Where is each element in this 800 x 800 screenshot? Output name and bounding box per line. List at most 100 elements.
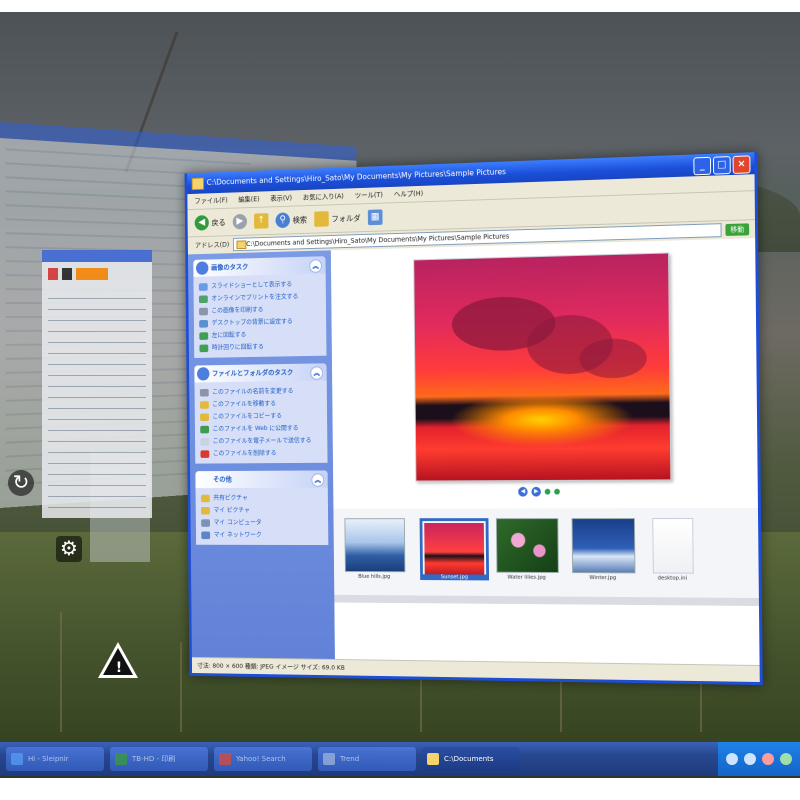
thumbnail-label: Water lilies.jpg [507, 574, 546, 581]
filmstrip: Blue hills.jpg Sunset.jpg Water lilies.j… [333, 508, 759, 599]
viewer-controls: ◀ ▶ [518, 486, 560, 497]
taskbar-button-trend[interactable]: Trend [318, 747, 416, 771]
my-pictures-icon [201, 506, 210, 515]
task-publish-web[interactable]: このファイルを Web に公開する [200, 422, 322, 436]
taskbar-button-explorer[interactable]: C:\Documents [422, 747, 520, 771]
panel-header[interactable]: ファイルとフォルダのタスク ︽ [194, 363, 327, 383]
delete-icon [200, 450, 210, 458]
next-image-button[interactable]: ▶ [531, 486, 541, 497]
taskbar-button-search[interactable]: Yahoo! Search [214, 747, 312, 771]
taskbar: Hi - Sleipnir TB-HD - 印刷 Yahoo! Search T… [0, 742, 800, 776]
back-button[interactable]: ◀ 戻る [194, 215, 226, 231]
browser-icon [11, 753, 23, 765]
menu-favorites[interactable]: お気に入り(A) [303, 189, 344, 206]
folders-label: フォルダ [331, 213, 361, 224]
rotate-left-button[interactable] [544, 488, 551, 495]
publish-web-icon [200, 425, 210, 434]
move-icon [199, 401, 209, 409]
slideshow-icon [198, 283, 208, 291]
folders-icon [314, 211, 329, 227]
rename-icon [199, 388, 209, 397]
menu-tools[interactable]: ツール(T) [355, 187, 383, 203]
security-tray-icon[interactable] [762, 753, 774, 765]
task-delete[interactable]: このファイルを削除する [200, 447, 322, 460]
system-tray [718, 742, 800, 776]
app-icon [323, 753, 335, 765]
picture-tasks-icon [195, 261, 209, 275]
task-email[interactable]: このファイルを電子メールで送信する [200, 434, 322, 447]
thumbnail-label: Sunset.jpg [421, 574, 488, 581]
panel-header[interactable]: その他 ︽ [195, 470, 328, 489]
thumbnail-water-lilies[interactable] [495, 518, 559, 573]
up-folder-icon: ↑ [254, 213, 269, 229]
thumbnail-label: Blue hills.jpg [358, 573, 391, 580]
menu-help[interactable]: ヘルプ(H) [394, 186, 423, 202]
thumbnail-sunset[interactable] [419, 518, 490, 581]
link-shared-pictures[interactable]: 共有ピクチャ [200, 491, 323, 504]
folder-icon [427, 753, 439, 765]
task-rotate-right[interactable]: 時計回りに回転する [199, 339, 321, 354]
menu-view[interactable]: 表示(V) [270, 190, 292, 206]
views-button[interactable]: ▦ [367, 209, 383, 226]
rotate-left-icon [199, 332, 209, 340]
collapse-chevron-icon[interactable]: ︽ [310, 366, 324, 380]
background-app-window[interactable] [42, 250, 152, 518]
menu-edit[interactable]: 編集(E) [238, 192, 259, 208]
close-button[interactable]: × [732, 155, 751, 174]
folders-button[interactable]: フォルダ [314, 210, 361, 227]
maximize-button[interactable]: □ [712, 156, 731, 175]
task-pane: 画像のタスク ︽ スライドショーとして表示する オンラインでプリントを注文する … [187, 250, 335, 660]
views-icon: ▦ [367, 209, 383, 226]
desktop-background-icon [199, 319, 209, 328]
email-icon [200, 438, 210, 446]
address-label: アドレス(D) [194, 240, 230, 250]
thumbnail-desktop-ini[interactable] [652, 518, 694, 574]
my-network-icon [201, 531, 211, 540]
forward-button[interactable]: ▶ [232, 213, 248, 230]
window-title: C:\Documents and Settings\Hiro_Sato\My D… [206, 167, 507, 187]
search-app-icon [219, 753, 231, 765]
panel-title: 画像のタスク [210, 263, 249, 272]
forward-arrow-icon: ▶ [232, 213, 248, 230]
filmstrip-view: ◀ ▶ Blue hills.jpg Sunset.jpg Water lili… [330, 238, 760, 667]
panel-title: その他 [213, 475, 232, 484]
taskbar-button-browser[interactable]: Hi - Sleipnir [6, 747, 104, 771]
network-tray-icon[interactable] [726, 753, 738, 765]
link-my-computer[interactable]: マイ コンピュータ [201, 516, 323, 528]
my-computer-icon [201, 519, 211, 527]
app-toolbar-icons [48, 268, 108, 280]
thumbnail-label: desktop.ini [657, 575, 688, 582]
taskbar-button-print[interactable]: TB-HD - 印刷 [110, 747, 208, 771]
minimize-button[interactable]: _ [693, 156, 712, 176]
network-icon[interactable]: ⚙ [56, 536, 82, 562]
link-my-network[interactable]: マイ ネットワーク [201, 529, 323, 541]
folder-icon [191, 177, 205, 191]
app-icon [115, 753, 127, 765]
back-label: 戻る [211, 217, 226, 227]
search-button[interactable]: ⚲ 検索 [275, 212, 307, 229]
volume-tray-icon[interactable] [744, 753, 756, 765]
desktop: ↻ ⚙ ! C:\Documents and Settings\Hiro_Sat… [0, 12, 800, 778]
link-my-pictures[interactable]: マイ ピクチャ [201, 504, 323, 517]
order-prints-icon [198, 295, 208, 304]
previous-image-button[interactable]: ◀ [518, 486, 528, 497]
thumbnail-blue-hills[interactable] [344, 518, 406, 573]
collapse-chevron-icon[interactable]: ︽ [311, 473, 325, 487]
explorer-window[interactable]: C:\Documents and Settings\Hiro_Sato\My D… [184, 152, 763, 686]
rotate-right-button[interactable] [554, 488, 560, 495]
up-folder-button[interactable]: ↑ [254, 213, 269, 229]
collapse-chevron-icon[interactable]: ︽ [309, 259, 323, 273]
copy-icon [200, 413, 209, 422]
picture-tasks-panel: 画像のタスク ︽ スライドショーとして表示する オンラインでプリントを注文する … [193, 256, 327, 358]
back-arrow-icon: ◀ [194, 215, 209, 231]
menu-file[interactable]: ファイル(F) [194, 193, 227, 209]
search-icon: ⚲ [275, 212, 290, 229]
image-preview[interactable] [413, 252, 672, 482]
go-button[interactable]: 移動 [725, 223, 750, 236]
rotate-right-icon [199, 344, 209, 353]
panel-header[interactable]: 画像のタスク ︽ [193, 256, 326, 277]
thumbnail-winter[interactable] [571, 518, 636, 574]
print-icon [199, 307, 208, 316]
app-tray-icon[interactable] [780, 753, 792, 765]
refresh-icon[interactable]: ↻ [8, 470, 34, 496]
